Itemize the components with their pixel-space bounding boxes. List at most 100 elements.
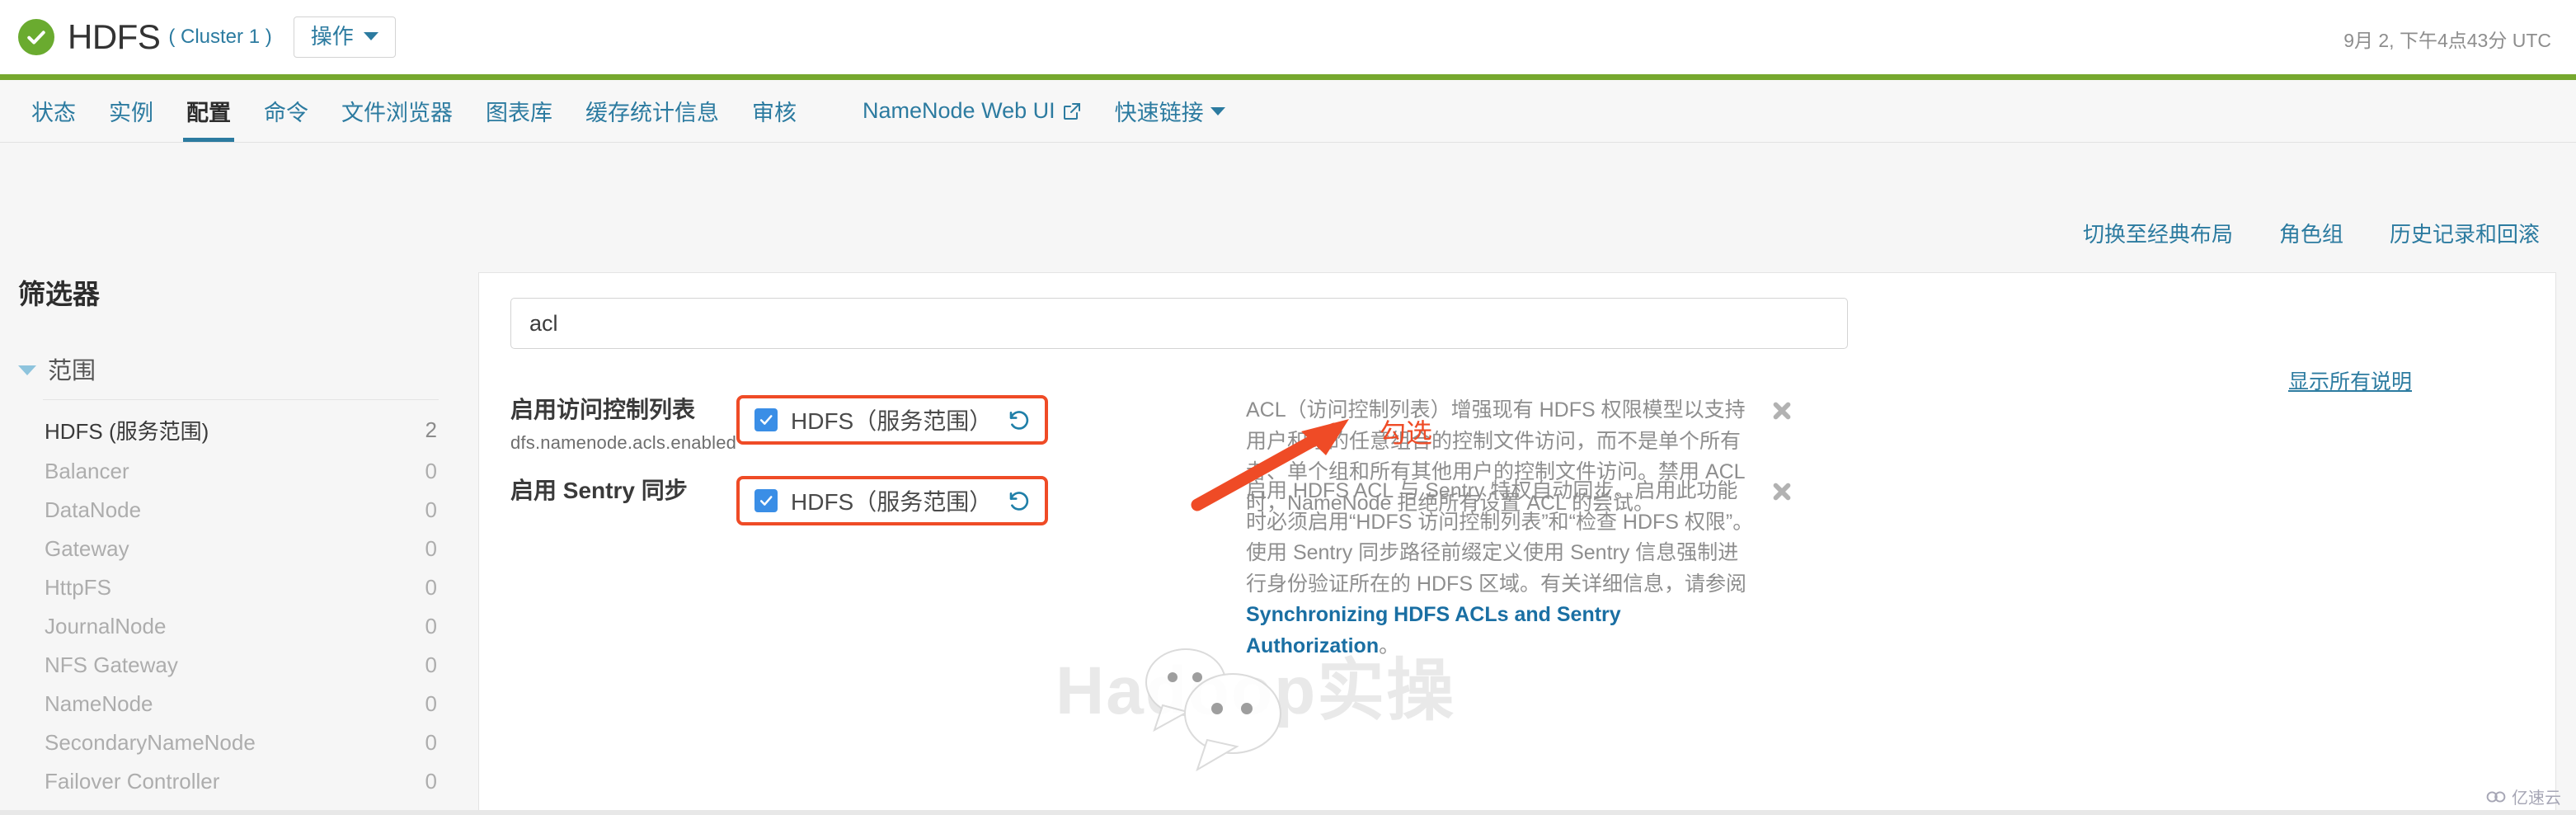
sidebar-item-failover-controller[interactable]: Failover Controller 0 — [43, 762, 439, 801]
scope-item-count: 0 — [425, 769, 437, 794]
scope-item-label: Balancer — [45, 459, 129, 483]
filters-title: 筛选器 — [18, 279, 100, 309]
app-page: HDFS ( Cluster 1 ) 操作 9月 2, 下午4点43分 UTC … — [0, 0, 2576, 815]
service-identity: HDFS ( Cluster 1 ) 操作 — [0, 16, 396, 58]
scope-item-label: SecondaryNameNode — [45, 730, 256, 755]
annotation-label: 勾选 — [1380, 418, 1433, 448]
footer-divider — [0, 810, 2576, 815]
scope-item-label: HttpFS — [45, 575, 111, 600]
search-area — [479, 273, 2555, 349]
sidebar-item-secondarynamenode[interactable]: SecondaryNameNode 0 — [43, 723, 439, 762]
history-and-rollback-link[interactable]: 历史记录和回滚 — [2390, 218, 2540, 248]
chevron-down-icon — [1210, 106, 1225, 115]
utility-links: 切换至经典布局 角色组 历史记录和回滚 — [2083, 218, 2540, 248]
config-scope-label: HDFS（服务范围） — [791, 408, 993, 434]
scope-item-label: Failover Controller — [45, 769, 220, 794]
tab-quick-links[interactable]: 快速链接 — [1098, 80, 1242, 142]
sidebar-item-namenode[interactable]: NameNode 0 — [43, 685, 439, 723]
sidebar-item-gateway[interactable]: Gateway 0 — [43, 530, 439, 568]
config-row: 启用 Sentry 同步 HDFS（服务范围） 启用 HDFS ACL 与 Se… — [479, 476, 2557, 662]
tab-audits[interactable]: 审核 — [736, 80, 813, 142]
config-value-highlighted: HDFS（服务范围） — [736, 395, 1049, 445]
scope-item-label: NFS Gateway — [45, 652, 178, 677]
tab-label: 实例 — [109, 101, 153, 125]
check-circle-icon — [18, 19, 54, 55]
config-property-key: dfs.namenode.acls.enabled — [510, 432, 737, 453]
scope-item-count: 0 — [425, 459, 437, 483]
external-link-icon — [1062, 101, 1082, 121]
config-label-column: 启用 Sentry 同步 — [479, 476, 718, 662]
scope-filter-list: HDFS (服务范围) 2 Balancer 0 DataNode 0 Gate… — [18, 408, 463, 801]
scope-item-count: 0 — [425, 652, 437, 677]
chevron-down-icon — [18, 365, 36, 375]
config-description-tail: 。 — [1379, 634, 1400, 657]
config-value-column: HDFS（服务范围） — [718, 476, 1246, 662]
config-name: 启用 Sentry 同步 — [510, 478, 688, 503]
switch-to-classic-layout-link[interactable]: 切换至经典布局 — [2083, 218, 2233, 248]
scope-item-count: 0 — [425, 575, 437, 600]
scope-group-toggle[interactable]: 范围 — [18, 351, 463, 386]
search-input[interactable] — [510, 298, 1848, 349]
config-value-highlighted: HDFS（服务范围） — [736, 476, 1049, 525]
config-close-cell — [1757, 476, 1807, 662]
accent-rule — [0, 74, 2576, 80]
scope-item-count: 0 — [425, 536, 437, 561]
tab-configuration[interactable]: 配置 — [170, 80, 247, 142]
config-description-doc-link[interactable]: Synchronizing HDFS ACLs and Sentry Autho… — [1246, 603, 1621, 657]
sidebar-item-journalnode[interactable]: JournalNode 0 — [43, 607, 439, 646]
actions-button[interactable]: 操作 — [293, 16, 396, 58]
sidebar-item-hdfs-service-wide[interactable]: HDFS (服务范围) 2 — [43, 408, 439, 452]
tab-label: 图表库 — [486, 101, 552, 125]
scope-item-count: 0 — [425, 730, 437, 755]
sidebar-item-balancer[interactable]: Balancer 0 — [43, 452, 439, 491]
sidebar-item-datanode[interactable]: DataNode 0 — [43, 491, 439, 530]
tab-label: NameNode Web UI — [863, 98, 1055, 123]
sidebar-item-nfs-gateway[interactable]: NFS Gateway 0 — [43, 646, 439, 685]
tab-label: 文件浏览器 — [341, 101, 453, 125]
tab-label: 状态 — [31, 101, 76, 125]
tab-label: 配置 — [186, 101, 231, 125]
divider — [43, 399, 439, 400]
show-all-descriptions-link[interactable]: 显示所有说明 — [2288, 365, 2412, 395]
timestamp: 9月 2, 下午4点43分 UTC — [2343, 30, 2551, 51]
scope-item-count: 0 — [425, 691, 437, 716]
scope-group-label: 范围 — [48, 358, 96, 384]
sidebar-item-httpfs[interactable]: HttpFS 0 — [43, 568, 439, 607]
tab-status[interactable]: 状态 — [15, 80, 92, 142]
scope-item-count: 0 — [425, 497, 437, 522]
service-tabs: 状态 实例 配置 命令 文件浏览器 图表库 缓存统计信息 审核 NameNode… — [0, 80, 2576, 143]
role-groups-link[interactable]: 角色组 — [2279, 218, 2343, 248]
scope-item-label: JournalNode — [45, 614, 167, 638]
configuration-panel: 显示所有说明 启用访问控制列表 dfs.namenode.acls.enable… — [478, 272, 2556, 815]
tab-instances[interactable]: 实例 — [92, 80, 170, 142]
tab-namenode-web-ui[interactable]: NameNode Web UI — [846, 80, 1098, 142]
filters-sidebar: 筛选器 范围 HDFS (服务范围) 2 Balancer 0 DataNode… — [18, 272, 463, 801]
undo-icon[interactable] — [1007, 488, 1032, 513]
scope-item-count: 0 — [425, 614, 437, 638]
scope-item-label: Gateway — [45, 536, 129, 561]
scope-item-label: NameNode — [45, 691, 153, 716]
tab-label: 命令 — [264, 101, 308, 125]
config-name: 启用访问控制列表 — [510, 397, 696, 422]
actions-button-label: 操作 — [310, 24, 354, 49]
tab-label: 缓存统计信息 — [585, 101, 719, 125]
cluster-label: ( Cluster 1 ) — [168, 26, 272, 48]
scope-item-label: DataNode — [45, 497, 142, 522]
chevron-down-icon — [363, 32, 378, 40]
enable-acls-checkbox[interactable] — [754, 408, 778, 431]
tab-chart-library[interactable]: 图表库 — [469, 80, 569, 142]
top-bar: HDFS ( Cluster 1 ) 操作 9月 2, 下午4点43分 UTC — [0, 0, 2576, 74]
tab-cache-statistics[interactable]: 缓存统计信息 — [569, 80, 736, 142]
tab-label: 审核 — [752, 101, 797, 125]
close-icon[interactable] — [1770, 479, 1794, 662]
config-scope-label: HDFS（服务范围） — [791, 489, 993, 515]
undo-icon[interactable] — [1007, 408, 1032, 432]
scope-item-count: 2 — [425, 417, 437, 442]
annotation-arrow — [1187, 404, 1377, 516]
page-title: HDFS — [68, 17, 161, 56]
tab-label: 快速链接 — [1114, 101, 1204, 125]
tab-commands[interactable]: 命令 — [247, 80, 325, 142]
scope-item-label: HDFS (服务范围) — [45, 419, 209, 444]
enable-sentry-sync-checkbox[interactable] — [754, 489, 778, 512]
tab-file-browser[interactable]: 文件浏览器 — [325, 80, 469, 142]
